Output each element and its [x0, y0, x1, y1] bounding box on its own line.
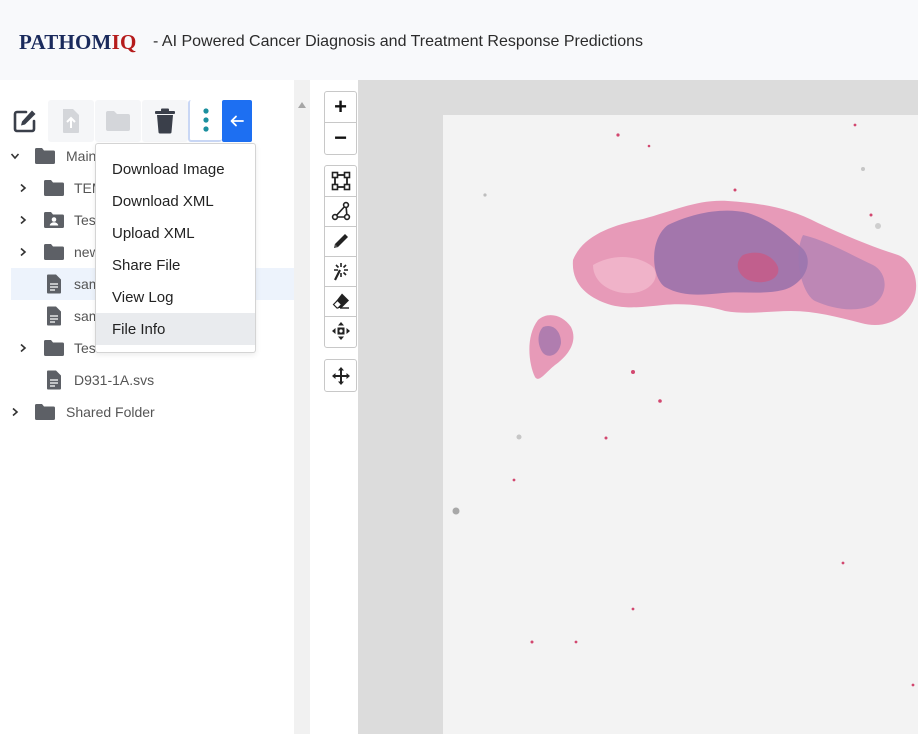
folder-icon — [43, 242, 65, 262]
app-tagline: - AI Powered Cancer Diagnosis and Treatm… — [153, 33, 644, 50]
arrow-left-icon — [230, 115, 244, 127]
more-options-button[interactable] — [188, 100, 222, 142]
pan-icon — [331, 366, 350, 385]
tree-item-label: Shared Folder — [66, 404, 155, 420]
rectangle-tool-button[interactable] — [325, 166, 356, 196]
edit-icon — [13, 110, 36, 133]
tissue-image — [452, 123, 917, 687]
file-context-menu: Download Image Download XML Upload XML S… — [95, 143, 256, 353]
magic-wand-tool-button[interactable] — [325, 256, 356, 286]
pan-tool-button[interactable] — [324, 359, 357, 392]
folder-icon — [106, 111, 130, 131]
chevron-right-icon[interactable] — [7, 404, 23, 420]
file-toolbar — [0, 100, 294, 142]
annotation-tools — [324, 165, 357, 348]
file-icon — [43, 274, 65, 294]
tree-item-d931[interactable]: D931-1A.svs — [0, 364, 294, 396]
folder-icon — [34, 402, 56, 422]
new-folder-button[interactable] — [95, 100, 141, 142]
edit-button[interactable] — [2, 100, 48, 142]
zoom-in-button[interactable]: + — [325, 92, 356, 122]
app-header: PATHOMIQ - AI Powered Cancer Diagnosis a… — [0, 0, 918, 80]
polygon-tool-icon — [331, 201, 350, 221]
chevron-right-icon[interactable] — [15, 244, 31, 260]
brand-name-part2: IQ — [111, 30, 137, 54]
menu-item-file-info[interactable]: File Info — [96, 313, 255, 345]
menu-item-download-xml[interactable]: Download XML — [96, 185, 255, 217]
folder-icon — [43, 338, 65, 358]
upload-button[interactable] — [48, 100, 94, 142]
polygon-tool-button[interactable] — [325, 196, 356, 226]
tree-item-label: Tes — [74, 212, 96, 228]
eraser-icon — [332, 293, 349, 309]
magic-wand-icon — [333, 263, 348, 281]
slide-viewer[interactable] — [358, 80, 918, 734]
menu-item-view-log[interactable]: View Log — [96, 281, 255, 313]
upload-file-icon — [63, 109, 79, 133]
menu-item-upload-xml[interactable]: Upload XML — [96, 217, 255, 249]
trash-icon — [155, 108, 175, 134]
folder-icon — [34, 146, 56, 166]
tree-item-label: Main — [66, 148, 97, 164]
menu-item-share-file[interactable]: Share File — [96, 249, 255, 281]
scroll-up-arrow-icon[interactable] — [298, 102, 306, 108]
brand-name-part1: PATHOM — [19, 30, 112, 54]
tree-item-label: D931-1A.svs — [74, 372, 155, 388]
delete-button[interactable] — [142, 100, 188, 142]
rectangle-tool-icon — [331, 171, 350, 191]
tree-item-shared-folder[interactable]: Shared Folder — [0, 396, 294, 428]
sidebar-scrollbar[interactable] — [294, 80, 310, 734]
folder-icon — [43, 178, 65, 198]
slide-image[interactable] — [443, 115, 918, 734]
zoom-controls: + − — [324, 91, 357, 155]
pencil-tool-button[interactable] — [325, 226, 356, 256]
chevron-down-icon[interactable] — [7, 148, 23, 164]
collapse-sidebar-button[interactable] — [222, 100, 252, 142]
chevron-right-icon[interactable] — [15, 180, 31, 196]
brand-logo: PATHOMIQ — [19, 30, 137, 55]
move-points-tool-button[interactable] — [325, 316, 356, 346]
menu-item-download-image[interactable]: Download Image — [96, 153, 255, 185]
move-points-icon — [331, 322, 350, 340]
chevron-right-icon[interactable] — [15, 340, 31, 356]
shared-folder-icon — [43, 210, 65, 230]
pencil-icon — [333, 234, 348, 248]
zoom-out-button[interactable]: − — [325, 123, 356, 153]
file-icon — [43, 306, 65, 326]
vertical-dots-icon — [203, 108, 209, 132]
chevron-right-icon[interactable] — [15, 212, 31, 228]
file-icon — [43, 370, 65, 390]
eraser-tool-button[interactable] — [325, 286, 356, 316]
